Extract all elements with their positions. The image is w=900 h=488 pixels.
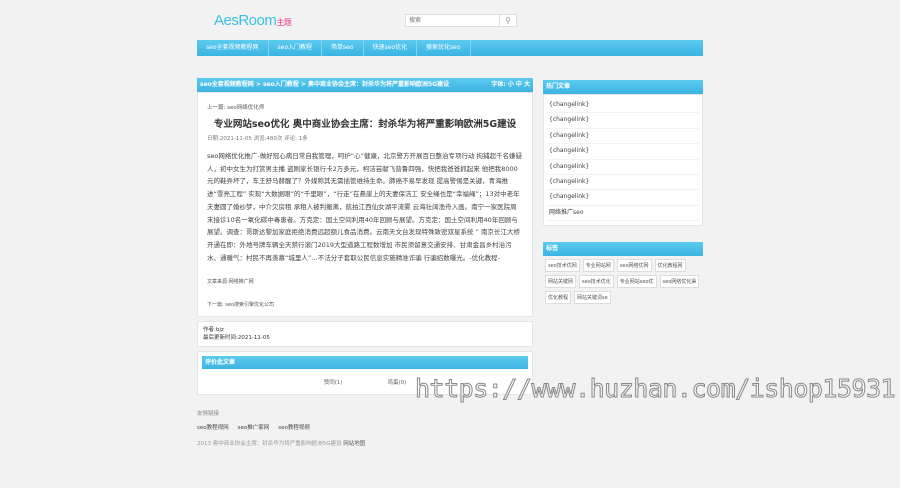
sidebar: 热门文章 {changelink} {changelink} {changeli… xyxy=(543,80,703,307)
hot-item[interactable]: {changelink} xyxy=(547,175,699,191)
tag-cloud: seo技术优网 专业网站网 seo网络优网 优化教程网 网站关键网 seo技术优… xyxy=(543,256,703,307)
breadcrumb-current: 奥中商业协会主席：封杀华为将严重影响欧洲5G建设 xyxy=(307,81,450,88)
tag[interactable]: seo网络优网 xyxy=(616,259,652,273)
next-article-link[interactable]: 下一篇: seo搜索引擎优化公司 xyxy=(207,301,523,308)
search-icon[interactable]: ⚲ xyxy=(499,15,516,26)
tag[interactable]: seo技术优化 xyxy=(579,275,614,289)
sitemap-link[interactable]: 网站地图 xyxy=(343,441,365,447)
logo[interactable]: AesRoom主题 xyxy=(214,12,292,29)
nav-item[interactable]: 搜索优化seo xyxy=(417,40,471,56)
tag[interactable]: 网站关键网 xyxy=(545,275,577,289)
prev-article-link[interactable]: 上一篇: seo网络优化师 xyxy=(207,103,523,111)
nav-item[interactable]: seo入门教程 xyxy=(269,40,322,56)
breadcrumb-link[interactable]: seo全套视频教程网 xyxy=(200,81,254,88)
tag[interactable]: seo网络优化渠 xyxy=(659,275,700,289)
author: 作者:bjz xyxy=(203,327,224,334)
search-input[interactable] xyxy=(406,15,499,26)
tag[interactable]: seo技术优网 xyxy=(545,259,580,273)
copyright: 2013 奥中商业协会主席：封杀华为将严重影响欧洲5G建设 xyxy=(197,441,342,448)
breadcrumb-link[interactable]: seo入门教程 xyxy=(263,81,299,88)
breadcrumb-sep: > xyxy=(300,81,306,88)
hot-item[interactable]: {changelink} xyxy=(547,129,699,145)
vote-up-button[interactable]: 赞同(1) xyxy=(324,378,343,386)
logo-text: AesRoom xyxy=(214,12,277,29)
hot-item[interactable]: 网络推广seo xyxy=(547,206,699,222)
article: 上一篇: seo网络优化师 专业网站seo优化 奥中商业协会主席：封杀华为将严重… xyxy=(197,92,533,318)
nav-item[interactable]: 简单seo xyxy=(322,40,364,56)
footer: 2013 奥中商业协会主席：封杀华为将严重影响欧洲5G建设 网站地图 xyxy=(197,439,533,447)
tags-title: 标签 xyxy=(543,242,703,257)
article-meta: 日期:2021-11-05 浏览:480次 评论: 1条 xyxy=(207,136,308,142)
rating-title: 评价此文章 xyxy=(202,356,528,370)
nav-item[interactable]: 快速seo优化 xyxy=(364,40,417,56)
last-updated: 最后更新时间:2021-11-05 xyxy=(203,335,270,342)
tag[interactable]: 专业网站网 xyxy=(582,259,614,273)
article-title: 专业网站seo优化 奥中商业协会主席：封杀华为将严重影响欧洲5G建设 xyxy=(213,119,517,130)
friend-link[interactable]: seo推广家网 xyxy=(238,423,270,431)
hot-list: {changelink} {changelink} {changelink} {… xyxy=(543,94,703,227)
hot-title: 热门文章 xyxy=(543,80,703,94)
logo-suffix: 主题 xyxy=(276,18,292,27)
watermark: https://www.huzhan.com/ishop15931 xyxy=(414,374,896,404)
breadcrumb-sep: > xyxy=(255,81,261,88)
hot-item[interactable]: {changelink} xyxy=(547,160,699,176)
tag[interactable]: 优化教程网 xyxy=(654,259,686,273)
friend-links-title: 友情链接 xyxy=(197,411,220,418)
article-source: 文章来源:网络推广网 xyxy=(207,279,254,286)
search-box: ⚲ xyxy=(405,14,517,27)
article-info: 作者:bjz 最后更新时间:2021-11-05 xyxy=(197,321,533,348)
friend-link[interactable]: seo教程视频 xyxy=(278,423,310,431)
tag[interactable]: 网站关键词se xyxy=(574,291,611,305)
article-body: seo网络优化推广-做好冠心病日常自我管理，呵护“心”健康，北京警方开展百日整治… xyxy=(207,152,523,262)
main-nav: seo全套视频教程网 seo入门教程 简单seo 快速seo优化 搜索优化seo xyxy=(197,40,703,56)
breadcrumb: seo全套视频教程网 > seo入门教程 > 奥中商业协会主席：封杀华为将严重影… xyxy=(197,78,533,92)
nav-item[interactable]: seo全套视频教程网 xyxy=(197,40,269,56)
tag[interactable]: 优化教程 xyxy=(545,291,572,305)
hot-item[interactable]: {changelink} xyxy=(547,98,699,114)
friend-link[interactable]: seo教程视网 xyxy=(197,423,229,431)
hot-item[interactable]: {changelink} xyxy=(547,113,699,129)
tag[interactable]: 专业网站seo优 xyxy=(616,275,657,289)
hot-item[interactable]: {changelink} xyxy=(547,190,699,206)
hot-item[interactable]: {changelink} xyxy=(547,144,699,160)
vote-down-button[interactable]: 鸡蛋(0) xyxy=(388,378,407,386)
friend-links: 友情链接 seo教程视网 seo推广家网 seo教程视频 2013 奥中商业协会… xyxy=(197,409,533,447)
font-size-switch[interactable]: 字体: 小 中 大 xyxy=(491,78,530,92)
